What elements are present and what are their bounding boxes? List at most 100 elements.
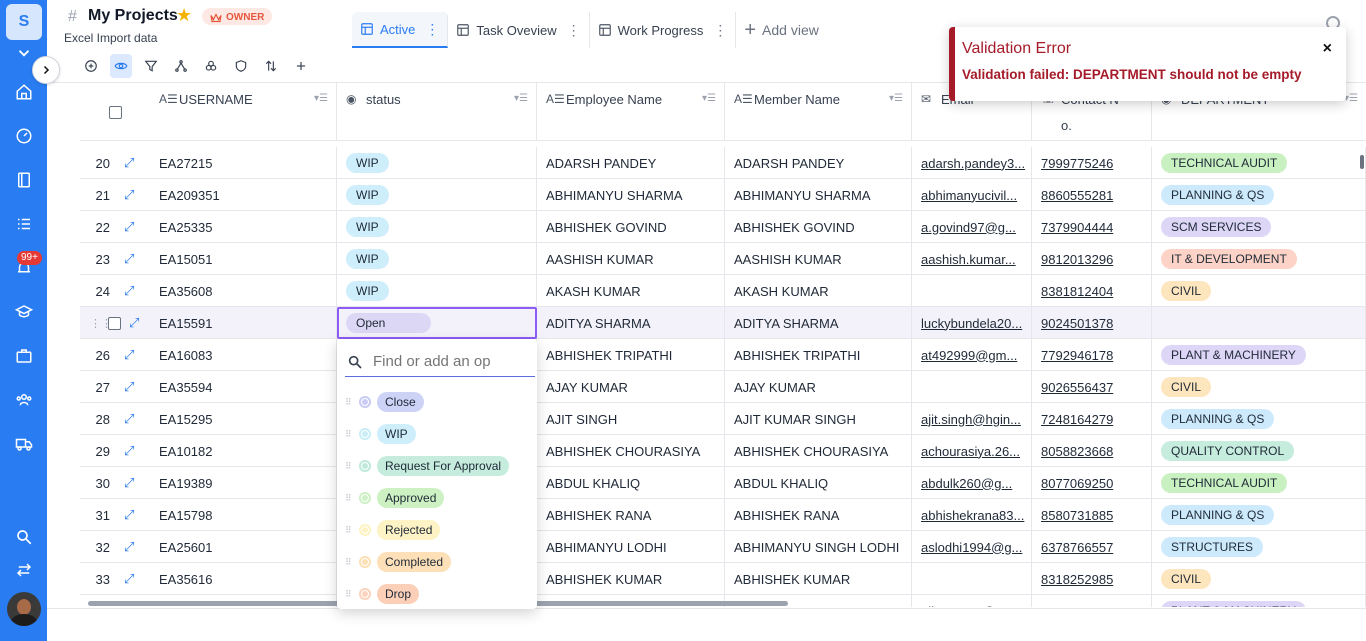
briefcase-icon[interactable] (13, 345, 35, 367)
expand-record-icon[interactable]: ⤢ (129, 315, 139, 331)
contact-cell[interactable]: 8860555281 (1032, 179, 1152, 211)
status-cell[interactable]: WIP (337, 147, 537, 179)
status-option[interactable]: ⠿ Completed (345, 550, 452, 574)
table-row[interactable]: 28 ⤢ EA15295 AJIT SINGH AJIT KUMAR SINGH ajit… (80, 403, 1366, 435)
status-option[interactable]: ⠿ Drop (345, 582, 420, 606)
color-button[interactable] (200, 54, 222, 78)
member-name-cell[interactable]: AJAY KUMAR (725, 371, 912, 403)
contact-cell[interactable]: 9024501378 (1032, 307, 1152, 339)
table-row[interactable]: 33 ⤢ EA35616 ABHISHEK KUMAR ABHISHEK KUMAR 83… (80, 563, 1366, 595)
email-cell[interactable]: abhishekrana83... (912, 499, 1032, 531)
employee-name-cell[interactable]: ABHIMANYU LODHI (537, 531, 725, 563)
email-value[interactable]: adarsh.pandey3... (921, 156, 1025, 171)
department-cell[interactable]: TECHNICAL AUDIT (1152, 147, 1366, 179)
status-cell[interactable]: WIP (337, 275, 537, 307)
expand-record-icon[interactable]: ⤢ (124, 187, 134, 203)
department-cell[interactable]: STRUCTURES (1152, 531, 1366, 563)
contact-cell[interactable]: 8318252985 (1032, 563, 1152, 595)
member-name-cell[interactable]: ABHISHEK CHOURASIYA (725, 435, 912, 467)
expand-record-icon[interactable]: ⤢ (124, 507, 134, 523)
contact-value[interactable]: 7248164279 (1041, 412, 1113, 427)
row-number-cell[interactable]: ⋮⋮ ⤢ (80, 307, 150, 339)
employee-name-cell[interactable]: ADITYA SHARMA (537, 307, 725, 339)
expand-record-icon[interactable]: ⤢ (124, 219, 134, 235)
column-menu-icon[interactable]: ▾☰ (514, 93, 528, 104)
table-row[interactable]: 23 ⤢ EA15051 WIP AASHISH KUMAR AASHISH KUMAR a… (80, 243, 1366, 275)
user-avatar[interactable] (7, 592, 41, 626)
drag-handle-icon[interactable]: ⋮⋮ (90, 317, 112, 330)
column-header-member-name[interactable]: A☰ Member Name ▾☰ (725, 83, 912, 141)
employee-name-cell[interactable]: ABHISHEK RANA (537, 499, 725, 531)
member-name-cell[interactable]: ABDUL KHALIQ (725, 467, 912, 499)
column-header-status[interactable]: ◉ status ▾☰ (337, 83, 537, 141)
status-option[interactable]: ⠿ Rejected (345, 518, 441, 542)
department-cell[interactable]: IT & DEVELOPMENT (1152, 243, 1366, 275)
email-cell[interactable]: at492999@gm... (912, 339, 1032, 371)
vertical-scrollbar[interactable] (1360, 155, 1364, 169)
add-record-button[interactable] (80, 54, 102, 78)
email-cell[interactable] (912, 275, 1032, 307)
employee-name-cell[interactable]: AASHISH KUMAR (537, 243, 725, 275)
search-icon[interactable] (13, 526, 35, 548)
contact-value[interactable]: 7792946178 (1041, 348, 1113, 363)
department-cell[interactable]: PLANNING & QS (1152, 499, 1366, 531)
row-number-cell[interactable]: 20 ⤢ (80, 147, 150, 179)
department-cell[interactable]: CIVIL (1152, 563, 1366, 595)
users-icon[interactable] (13, 389, 35, 411)
username-cell[interactable]: EA35616 (150, 563, 337, 595)
email-cell[interactable]: aashish.kumar... (912, 243, 1032, 275)
expand-record-icon[interactable]: ⤢ (124, 379, 134, 395)
table-row[interactable]: 31 ⤢ EA15798 ABHISHEK RANA ABHISHEK RANA abhi… (80, 499, 1366, 531)
row-number-cell[interactable]: 22 ⤢ (80, 211, 150, 243)
contact-cell[interactable]: 8580731885 (1032, 499, 1152, 531)
row-number-cell[interactable]: 32 ⤢ (80, 531, 150, 563)
employee-name-cell[interactable]: ABDUL KHALIQ (537, 467, 725, 499)
email-cell[interactable] (912, 371, 1032, 403)
select-all-checkbox[interactable] (108, 105, 122, 119)
username-cell[interactable]: EA35608 (150, 275, 337, 307)
sidebar-expand-button[interactable] (32, 56, 60, 84)
member-name-cell[interactable]: AKASH KUMAR (725, 275, 912, 307)
member-name-cell[interactable]: ABHISHEK TRIPATHI (725, 339, 912, 371)
graduation-cap-icon[interactable] (13, 301, 35, 323)
switch-arrows-icon[interactable] (13, 559, 35, 581)
expand-record-icon[interactable]: ⤢ (124, 283, 134, 299)
member-name-cell[interactable]: ABHISHEK KUMAR (725, 563, 912, 595)
department-cell[interactable]: SCM SERVICES (1152, 211, 1366, 243)
partial-row-cell[interactable]: ajitpaswan@... (912, 595, 1032, 607)
employee-name-cell[interactable]: AJAY KUMAR (537, 371, 725, 403)
row-number-cell[interactable]: 21 ⤢ (80, 179, 150, 211)
member-name-cell[interactable]: ABHIMANYU SHARMA (725, 179, 912, 211)
status-option[interactable]: ⠿ WIP (345, 422, 416, 446)
tab-menu-icon[interactable]: ⋮ (713, 22, 727, 39)
drag-handle-icon[interactable]: ⠿ (345, 397, 353, 408)
close-icon[interactable]: × (1323, 40, 1332, 58)
contact-cell[interactable]: 7792946178 (1032, 339, 1152, 371)
contact-cell[interactable]: 8077069250 (1032, 467, 1152, 499)
contact-cell[interactable]: 9812013296 (1032, 243, 1152, 275)
username-cell[interactable]: EA15295 (150, 403, 337, 435)
email-value[interactable]: a.govind97@g... (921, 220, 1016, 235)
department-cell[interactable] (1152, 307, 1366, 339)
sort-button[interactable] (260, 54, 282, 78)
expand-record-icon[interactable]: ⤢ (124, 347, 134, 363)
contact-value[interactable]: 8381812404 (1041, 284, 1113, 299)
contact-value[interactable]: 7379904444 (1041, 220, 1113, 235)
contact-value[interactable]: 6378766557 (1041, 540, 1113, 555)
contact-value[interactable]: 9026556437 (1041, 380, 1113, 395)
employee-name-cell[interactable]: ABHIMANYU SHARMA (537, 179, 725, 211)
tab-task-overview[interactable]: Task Oveview ⋮ (448, 12, 590, 48)
email-cell[interactable]: abhimanyucivil... (912, 179, 1032, 211)
row-number-cell[interactable]: 27 ⤢ (80, 371, 150, 403)
row-number-cell[interactable]: 31 ⤢ (80, 499, 150, 531)
status-option[interactable]: ⠿ Approved (345, 486, 445, 510)
expand-record-icon[interactable]: ⤢ (124, 411, 134, 427)
workspace-logo[interactable]: S (6, 4, 42, 40)
status-cell[interactable]: WIP (337, 211, 537, 243)
row-number-cell[interactable]: 26 ⤢ (80, 339, 150, 371)
table-row[interactable]: 29 ⤢ EA10182 ABHISHEK CHOURASIYA ABHISHEK CH… (80, 435, 1366, 467)
contact-cell[interactable]: 8058823668 (1032, 435, 1152, 467)
member-name-cell[interactable]: AJIT KUMAR SINGH (725, 403, 912, 435)
member-name-cell[interactable]: AASHISH KUMAR (725, 243, 912, 275)
dashboard-icon[interactable] (13, 125, 35, 147)
